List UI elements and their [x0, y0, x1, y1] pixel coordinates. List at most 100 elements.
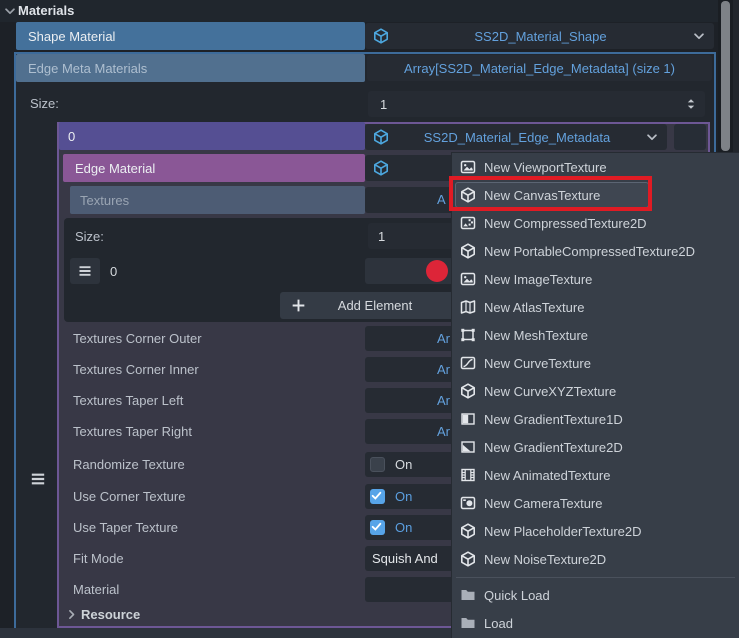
- array-value-text: Ar: [437, 419, 450, 444]
- array-value-text: Ar: [437, 326, 450, 351]
- size-label: Size:: [30, 96, 59, 111]
- atlas-texture-icon: [460, 299, 476, 315]
- curve-texture-icon: [460, 355, 476, 371]
- property-label: Use Corner Texture: [73, 481, 185, 512]
- checkbox-checked[interactable]: [370, 520, 385, 535]
- inner-element-drag-button[interactable]: [70, 258, 100, 284]
- array-value-text: Ar: [437, 388, 450, 413]
- menu-item-new-imagetexture[interactable]: New ImageTexture: [452, 265, 739, 293]
- checkbox-label: On: [395, 452, 412, 477]
- resource-section-label: Resource: [81, 607, 140, 622]
- gradient-texture-2d-icon: [460, 439, 476, 455]
- textures-value: A: [437, 192, 446, 207]
- menu-item-new-gradienttexture2d[interactable]: New GradientTexture2D: [452, 433, 739, 461]
- plus-icon: [290, 297, 307, 314]
- menu-item-label: New PortableCompressedTexture2D: [484, 244, 695, 259]
- checkbox-unchecked[interactable]: [370, 457, 385, 472]
- menu-item-label: New AnimatedTexture: [484, 468, 610, 483]
- property-label: Randomize Texture: [73, 447, 185, 481]
- element0-index-row[interactable]: 0: [59, 122, 365, 150]
- size-spinbox[interactable]: 1: [368, 91, 705, 117]
- resource-cube-icon: [373, 160, 389, 176]
- noise-texture-icon: [460, 551, 476, 567]
- property-label: Textures Corner Inner: [73, 354, 199, 385]
- menu-item-new-gradienttexture1d[interactable]: New GradientTexture1D: [452, 405, 739, 433]
- portable-compressed-texture-icon: [460, 243, 476, 259]
- spinbox-arrows-icon[interactable]: [683, 96, 699, 112]
- add-element-button[interactable]: Add Element: [280, 292, 470, 319]
- red-highlight-annotation: [449, 176, 652, 211]
- materials-category-header[interactable]: Materials: [0, 0, 739, 22]
- menu-item-label: New MeshTexture: [484, 328, 588, 343]
- mesh-texture-icon: [460, 327, 476, 343]
- menu-item-label: New ImageTexture: [484, 272, 592, 287]
- menu-item-new-animatedtexture[interactable]: New AnimatedTexture: [452, 461, 739, 489]
- edge-meta-materials-array-button[interactable]: Array[SS2D_Material_Edge_Metadata] (size…: [367, 55, 712, 81]
- check-icon: [370, 520, 383, 533]
- element0-extra-button[interactable]: [674, 124, 706, 150]
- drag-handle-icon: [77, 263, 93, 279]
- menu-item-new-portablecompressedtexture2d[interactable]: New PortableCompressedTexture2D: [452, 237, 739, 265]
- checkbox-label: On: [395, 515, 412, 540]
- menu-item-label: New GradientTexture2D: [484, 440, 623, 455]
- camera-texture-icon: [460, 495, 476, 511]
- inner-size-value: 1: [378, 229, 385, 244]
- menu-item-label: New CameraTexture: [484, 496, 603, 511]
- folder-icon: [460, 587, 476, 603]
- curve-xyz-texture-icon: [460, 383, 476, 399]
- menu-item-label: New AtlasTexture: [484, 300, 584, 315]
- menu-item-label: New CurveTexture: [484, 356, 591, 371]
- menu-item-label: New CurveXYZTexture: [484, 384, 616, 399]
- menu-item-label: New ViewportTexture: [484, 160, 607, 175]
- shape-material-resource-dropdown[interactable]: SS2D_Material_Shape: [365, 23, 714, 49]
- textures-row[interactable]: Textures: [70, 186, 365, 214]
- checkbox-label: On: [395, 484, 412, 509]
- menu-item-new-curvexyztexture[interactable]: New CurveXYZTexture: [452, 377, 739, 405]
- edge-meta-materials-row[interactable]: Edge Meta Materials: [16, 54, 365, 82]
- vertical-scrollbar-thumb[interactable]: [721, 1, 730, 151]
- texture-preview-red-circle[interactable]: [426, 260, 448, 282]
- collapse-chevron-icon: [3, 4, 17, 18]
- menu-item-label: New PlaceholderTexture2D: [484, 524, 642, 539]
- textures-label: Textures: [80, 193, 129, 208]
- inspector-panel: Materials Shape Material SS2D_Material_S…: [0, 0, 739, 638]
- menu-item-new-placeholdertexture2d[interactable]: New PlaceholderTexture2D: [452, 517, 739, 545]
- shape-material-label: Shape Material: [28, 29, 115, 44]
- property-label: Textures Corner Outer: [73, 323, 202, 354]
- dropdown-value-text: Squish And: [372, 546, 438, 571]
- resource-cube-icon: [373, 28, 389, 44]
- compressed-texture-icon: [460, 215, 476, 231]
- checkbox-checked[interactable]: [370, 489, 385, 504]
- inner-element-index: 0: [110, 264, 117, 279]
- resource-cube-icon: [373, 129, 389, 145]
- check-icon: [370, 489, 383, 502]
- add-element-label: Add Element: [280, 298, 470, 313]
- element0-index: 0: [68, 129, 75, 144]
- menu-item-new-noisetexture2d[interactable]: New NoiseTexture2D: [452, 545, 739, 573]
- element-drag-handle-icon[interactable]: [29, 470, 47, 488]
- menu-item-load[interactable]: Load: [452, 609, 739, 637]
- menu-item-quick-load[interactable]: Quick Load: [452, 581, 739, 609]
- menu-item-label: New NoiseTexture2D: [484, 552, 606, 567]
- menu-item-label: Quick Load: [484, 588, 550, 603]
- edge-meta-materials-label: Edge Meta Materials: [28, 61, 147, 76]
- menu-item-new-curvetexture[interactable]: New CurveTexture: [452, 349, 739, 377]
- property-label: Textures Taper Left: [73, 385, 183, 416]
- array-value-text: Ar: [437, 357, 450, 382]
- menu-item-new-meshtexture[interactable]: New MeshTexture: [452, 321, 739, 349]
- menu-item-label: Load: [484, 616, 513, 631]
- menu-item-new-compressedtexture2d[interactable]: New CompressedTexture2D: [452, 209, 739, 237]
- animated-texture-icon: [460, 467, 476, 483]
- menu-item-new-cameratexture[interactable]: New CameraTexture: [452, 489, 739, 517]
- property-label: Textures Taper Right: [73, 416, 192, 447]
- chevron-down-icon: [645, 130, 659, 144]
- shape-material-row[interactable]: Shape Material: [16, 22, 365, 50]
- menu-item-new-atlastexture[interactable]: New AtlasTexture: [452, 293, 739, 321]
- property-label: Material: [73, 574, 119, 605]
- element0-resource-dropdown[interactable]: SS2D_Material_Edge_Metadata: [365, 124, 667, 150]
- category-title: Materials: [18, 3, 74, 18]
- property-label: Use Taper Texture: [73, 512, 178, 543]
- folder-icon: [460, 615, 476, 631]
- shape-material-value: SS2D_Material_Shape: [389, 29, 692, 44]
- edge-material-row[interactable]: Edge Material: [63, 154, 365, 182]
